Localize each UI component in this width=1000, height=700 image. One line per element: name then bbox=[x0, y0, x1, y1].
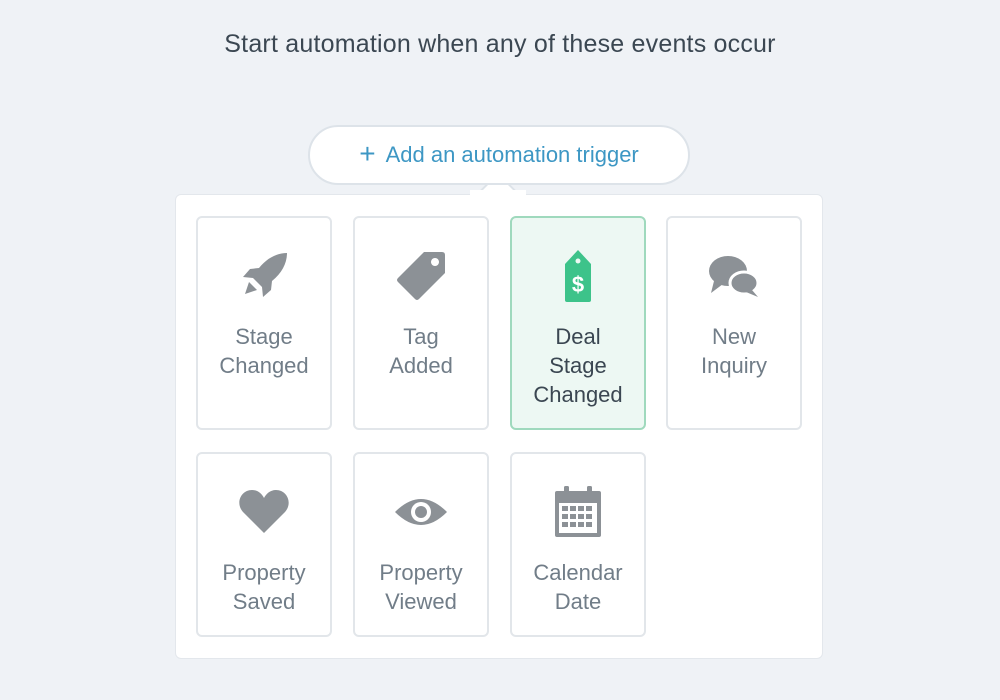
rocket-icon bbox=[198, 248, 330, 304]
add-trigger-button[interactable]: + Add an automation trigger bbox=[308, 125, 690, 185]
price-tag-dollar-icon: $ bbox=[512, 248, 644, 304]
trigger-option-tag-added[interactable]: Tag Added bbox=[353, 216, 489, 430]
trigger-label-line: Property bbox=[379, 560, 463, 585]
trigger-label-line: Deal bbox=[555, 324, 601, 349]
trigger-label-line: Calendar bbox=[533, 560, 623, 585]
trigger-option-deal-stage-changed[interactable]: $ Deal Stage Changed bbox=[510, 216, 646, 430]
trigger-option-new-inquiry[interactable]: New Inquiry bbox=[666, 216, 802, 430]
trigger-label-line: Stage bbox=[549, 353, 607, 378]
heart-icon bbox=[198, 484, 330, 540]
trigger-label-line: Date bbox=[554, 589, 602, 614]
plus-icon: + bbox=[359, 138, 376, 169]
svg-text:$: $ bbox=[572, 272, 584, 297]
trigger-option-stage-changed[interactable]: Stage Changed bbox=[196, 216, 332, 430]
page-heading: Start automation when any of these event… bbox=[224, 30, 776, 58]
trigger-label-line: Stage bbox=[235, 324, 293, 349]
trigger-label-line: Changed bbox=[219, 353, 309, 378]
add-trigger-label: Add an automation trigger bbox=[385, 142, 639, 167]
trigger-label-line: Added bbox=[389, 353, 453, 378]
tag-icon bbox=[355, 248, 487, 304]
trigger-label-line: Saved bbox=[232, 589, 296, 614]
trigger-label-line: Inquiry bbox=[700, 353, 768, 378]
eye-icon bbox=[355, 484, 487, 540]
trigger-label-line: Tag bbox=[403, 324, 439, 349]
trigger-option-calendar-date[interactable]: Calendar Date bbox=[510, 452, 646, 637]
trigger-label-line: Viewed bbox=[385, 589, 457, 614]
trigger-option-property-saved[interactable]: Property Saved bbox=[196, 452, 332, 637]
calendar-icon bbox=[512, 484, 644, 540]
trigger-label-line: New bbox=[711, 324, 756, 349]
chat-bubbles-icon bbox=[668, 248, 800, 304]
trigger-option-property-viewed[interactable]: Property Viewed bbox=[353, 452, 489, 637]
trigger-label-line: Property bbox=[222, 560, 306, 585]
trigger-label-line: Changed bbox=[533, 382, 623, 407]
